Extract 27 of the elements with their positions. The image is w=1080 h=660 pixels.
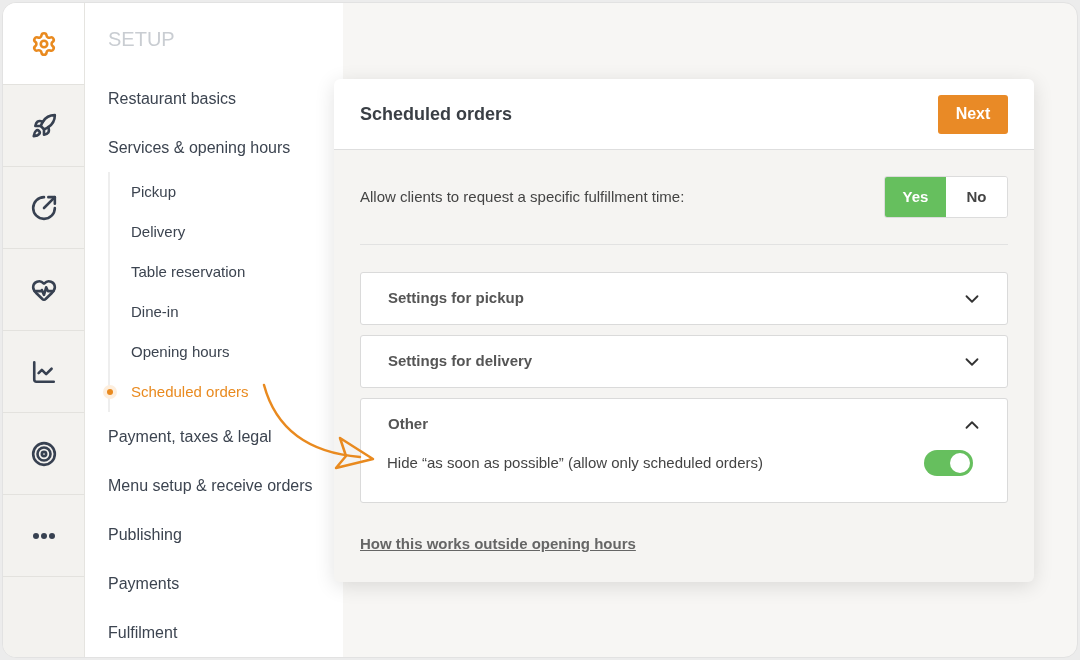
nav-item[interactable]: Menu setup & receive orders [108,473,313,498]
choice-toggle[interactable]: No [946,177,1007,217]
setting-label: Hide “as soon as possible” (allow only scheduled orders) [387,452,764,473]
card-title: Scheduled orders [360,102,513,126]
nav-item[interactable]: Restaurant basics [108,86,237,111]
nav-item[interactable]: Services & opening hours [108,135,291,160]
circle-arrow-icon [30,194,57,221]
accordion-header[interactable]: Settings for delivery [361,336,1007,387]
nav-item[interactable]: Pickup [131,180,177,204]
line-chart-icon [30,358,57,385]
nav-item[interactable]: Publishing [108,522,182,547]
nav-item[interactable]: Opening hours [131,340,230,364]
rocket-icon [30,112,57,139]
nav-item[interactable]: Payments [108,571,180,596]
nav-item[interactable]: Table reservation [131,260,246,284]
nav-item[interactable]: Payment, taxes & legal [108,424,272,449]
gear-icon [30,30,57,57]
toggle-switch[interactable] [924,450,973,476]
target-icon [30,440,57,467]
help-link[interactable]: How this works outside opening hours [360,533,636,556]
nav-item[interactable]: Dine-in [131,300,179,324]
nav-item[interactable]: Fulfilment [108,620,178,645]
question-label: Allow clients to request a specific fulfillment time: [360,186,685,207]
more-icon [32,532,55,539]
accordion-header[interactable]: Other [361,399,1007,450]
accordion-header[interactable]: Settings for pickup [361,273,1007,324]
nav-item[interactable]: Delivery [131,220,186,244]
